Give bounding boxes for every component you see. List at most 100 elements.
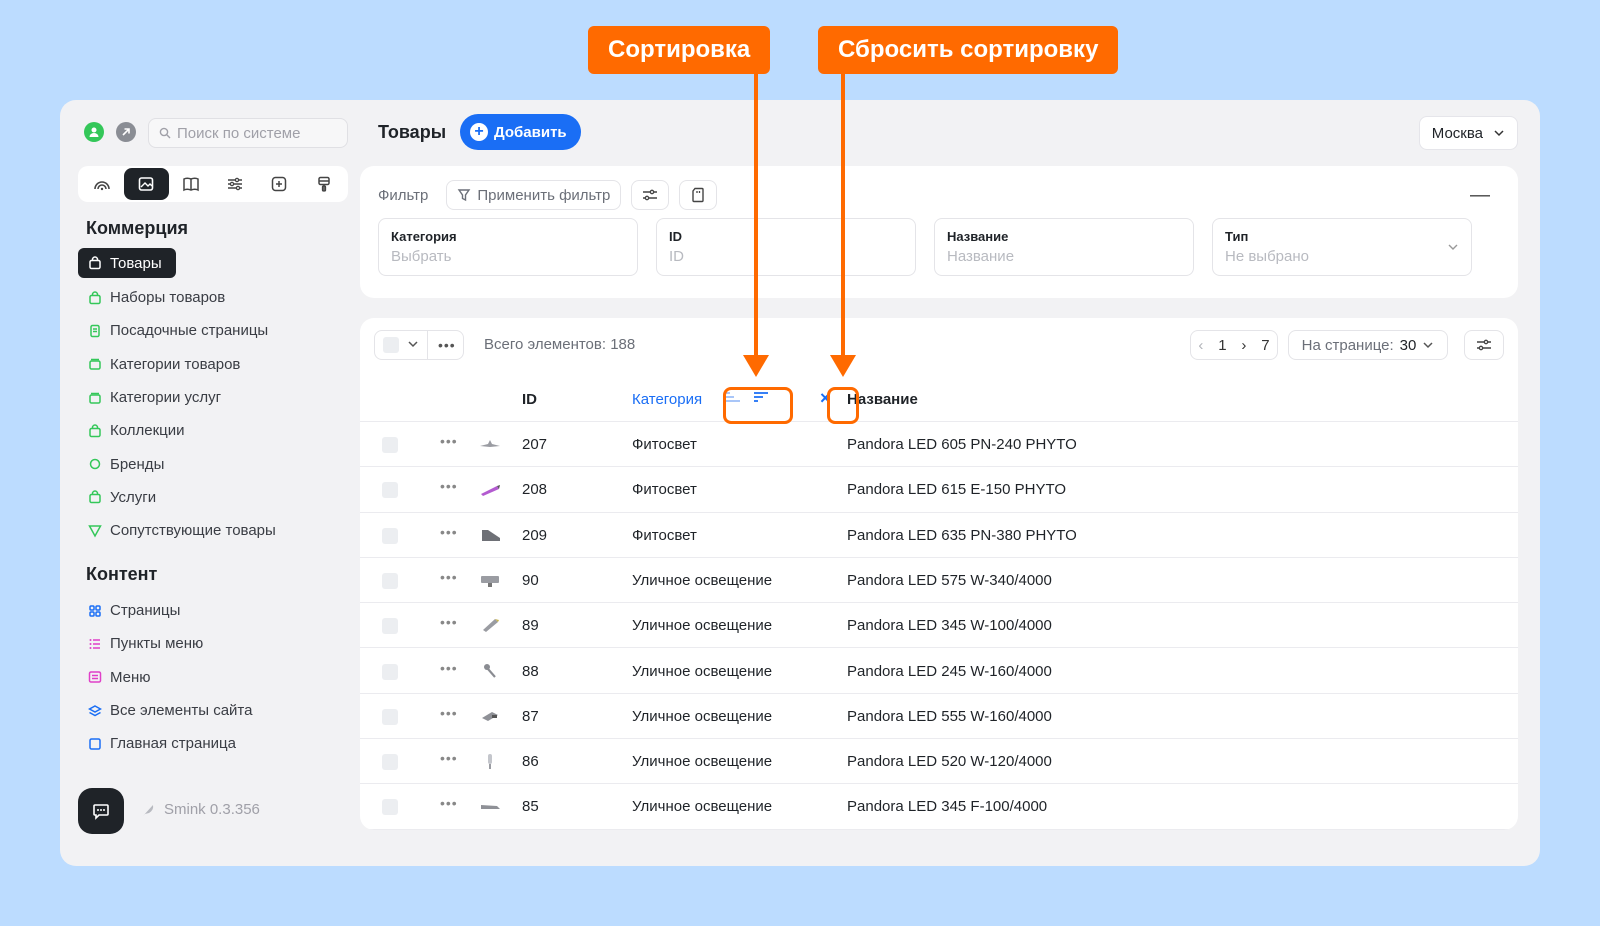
save-filter-button[interactable] bbox=[679, 180, 718, 210]
row-checkbox[interactable] bbox=[382, 663, 398, 680]
open-site-icon[interactable] bbox=[116, 122, 136, 142]
sidebar-item-commerce-2[interactable]: Посадочные страницы bbox=[78, 314, 348, 347]
column-id[interactable]: ID bbox=[522, 391, 537, 408]
chat-button[interactable] bbox=[78, 788, 124, 834]
next-page-button[interactable]: › bbox=[1241, 337, 1246, 354]
row-checkbox[interactable] bbox=[382, 618, 398, 635]
sidebar-item-commerce-7[interactable]: Услуги bbox=[78, 481, 348, 514]
tab-design[interactable] bbox=[302, 168, 346, 200]
bulk-select[interactable]: ••• bbox=[374, 330, 464, 360]
sidebar-item-content-2[interactable]: Меню bbox=[78, 661, 348, 694]
row-checkbox[interactable] bbox=[382, 527, 398, 544]
per-page-select[interactable]: На странице: 30 bbox=[1288, 330, 1448, 360]
row-actions-icon[interactable]: ••• bbox=[440, 795, 458, 811]
row-actions-icon[interactable]: ••• bbox=[440, 660, 458, 676]
sidebar-item-content-0[interactable]: Страницы bbox=[78, 594, 348, 627]
filter-field-label: Название bbox=[947, 229, 1009, 244]
chevron-down-icon[interactable] bbox=[407, 338, 419, 353]
row-actions-icon[interactable]: ••• bbox=[440, 750, 458, 766]
select-all-checkbox[interactable] bbox=[383, 337, 399, 353]
table-row[interactable]: ••• 87 Уличное освещение Pandora LED 555 W-… bbox=[360, 694, 1518, 740]
prev-page-button[interactable]: ‹ bbox=[1198, 337, 1203, 354]
sidebar-item-label: Товары bbox=[110, 254, 162, 272]
table-row[interactable]: ••• 86 Уличное освещение Pandora LED 520 W-… bbox=[360, 739, 1518, 785]
cell-name[interactable]: Pandora LED 615 E-150 PHYTO bbox=[847, 481, 1066, 498]
table-row[interactable]: ••• 85 Уличное освещение Pandora LED 345 F-… bbox=[360, 784, 1518, 830]
profile-icon[interactable] bbox=[84, 122, 104, 142]
apply-filter-button[interactable]: Применить фильтр bbox=[446, 180, 622, 210]
row-actions-icon[interactable]: ••• bbox=[440, 524, 458, 540]
sidebar-item-commerce-0[interactable]: Товары bbox=[78, 248, 176, 278]
search-input[interactable]: Поиск по системе bbox=[148, 118, 348, 148]
city-select[interactable]: Москва bbox=[1418, 116, 1518, 150]
filter-field-0[interactable]: Категория Выбрать bbox=[378, 218, 638, 276]
cell-name[interactable]: Pandora LED 245 W-160/4000 bbox=[847, 663, 1052, 680]
tab-add[interactable] bbox=[257, 168, 301, 200]
sidebar-item-commerce-5[interactable]: Коллекции bbox=[78, 414, 348, 447]
cell-category: Уличное освещение bbox=[632, 798, 773, 816]
add-button[interactable]: + Добавить bbox=[460, 114, 581, 150]
row-actions-icon[interactable]: ••• bbox=[440, 705, 458, 721]
cell-name[interactable]: Pandora LED 345 F-100/4000 bbox=[847, 798, 1047, 815]
table-row[interactable]: ••• 90 Уличное освещение Pandora LED 575 W-… bbox=[360, 558, 1518, 604]
sidebar-item-commerce-8[interactable]: Сопутствующие товары bbox=[78, 514, 348, 547]
filter-field-2[interactable]: Название Название bbox=[934, 218, 1194, 276]
sidebar-item-content-1[interactable]: Пункты меню bbox=[78, 627, 348, 660]
columns-settings-button[interactable] bbox=[1464, 330, 1504, 360]
filter-field-3[interactable]: Тип Не выбрано bbox=[1212, 218, 1472, 276]
cell-category: Уличное освещение bbox=[632, 571, 773, 589]
funnel-icon bbox=[458, 189, 471, 202]
sidebar-item-content-3[interactable]: Все элементы сайта bbox=[78, 694, 348, 727]
row-checkbox[interactable] bbox=[382, 799, 398, 816]
city-value: Москва bbox=[1431, 124, 1483, 142]
cell-category: Уличное освещение bbox=[632, 753, 773, 771]
cell-name[interactable]: Pandora LED 575 W-340/4000 bbox=[847, 572, 1052, 589]
filter-field-1[interactable]: ID ID bbox=[656, 218, 916, 276]
table-row[interactable]: ••• 208 Фитосвет Pandora LED 615 E-150 PHYT… bbox=[360, 467, 1518, 513]
sidebar-item-commerce-3[interactable]: Категории товаров bbox=[78, 348, 348, 381]
current-page[interactable]: 1 bbox=[1218, 337, 1226, 354]
row-checkbox[interactable] bbox=[382, 572, 398, 589]
product-thumbnail bbox=[478, 752, 502, 770]
table-row[interactable]: ••• 88 Уличное освещение Pandora LED 245 W-… bbox=[360, 649, 1518, 694]
tab-dashboard[interactable] bbox=[80, 168, 124, 200]
column-category[interactable]: Категория bbox=[632, 391, 702, 408]
row-actions-icon[interactable]: ••• bbox=[440, 433, 458, 449]
row-checkbox[interactable] bbox=[382, 482, 398, 499]
table-row[interactable]: ••• 207 Фитосвет Pandora LED 605 PN-240 PHY… bbox=[360, 422, 1518, 468]
cell-name[interactable]: Pandora LED 345 W-100/4000 bbox=[847, 617, 1052, 634]
sliders-icon bbox=[228, 177, 243, 191]
row-checkbox[interactable] bbox=[382, 437, 398, 453]
row-checkbox[interactable] bbox=[382, 754, 398, 771]
sidebar-item-content-4[interactable]: Главная страница bbox=[78, 727, 348, 760]
cell-name[interactable]: Pandora LED 520 W-120/4000 bbox=[847, 753, 1052, 770]
tab-settings[interactable] bbox=[213, 168, 257, 200]
cell-name[interactable]: Pandora LED 555 W-160/4000 bbox=[847, 708, 1052, 725]
sidebar-item-commerce-1[interactable]: Наборы товаров bbox=[78, 281, 348, 314]
more-actions-icon[interactable]: ••• bbox=[438, 337, 456, 353]
last-page[interactable]: 7 bbox=[1261, 337, 1269, 354]
apply-filter-label: Применить фильтр bbox=[477, 186, 611, 204]
row-actions-icon[interactable]: ••• bbox=[440, 614, 458, 630]
list-icon bbox=[88, 637, 102, 651]
cell-name[interactable]: Pandora LED 605 PN-240 PHYTO bbox=[847, 436, 1077, 453]
chevron-down-icon bbox=[1494, 130, 1504, 137]
row-actions-icon[interactable]: ••• bbox=[440, 569, 458, 585]
filter-label: Фильтр bbox=[378, 186, 429, 204]
cell-name[interactable]: Pandora LED 635 PN-380 PHYTO bbox=[847, 527, 1077, 544]
sidebar-item-commerce-4[interactable]: Категории услуг bbox=[78, 381, 348, 414]
feather-icon bbox=[143, 804, 154, 816]
row-actions-icon[interactable]: ••• bbox=[440, 478, 458, 494]
sidebar-item-label: Пункты меню bbox=[110, 635, 204, 653]
chat-icon bbox=[93, 804, 109, 820]
collapse-filter-button[interactable]: — bbox=[1470, 184, 1490, 207]
filter-settings-button[interactable] bbox=[631, 180, 670, 210]
sidebar-item-commerce-6[interactable]: Бренды bbox=[78, 447, 348, 480]
filter-icon bbox=[88, 524, 102, 538]
layers-icon bbox=[88, 704, 102, 718]
tab-commerce[interactable] bbox=[124, 168, 169, 200]
tab-content[interactable] bbox=[169, 168, 213, 200]
table-row[interactable]: ••• 209 Фитосвет Pandora LED 635 PN-380 PHY… bbox=[360, 513, 1518, 558]
row-checkbox[interactable] bbox=[382, 708, 398, 725]
table-row[interactable]: ••• 89 Уличное освещение Pandora LED 345 W-… bbox=[360, 603, 1518, 649]
